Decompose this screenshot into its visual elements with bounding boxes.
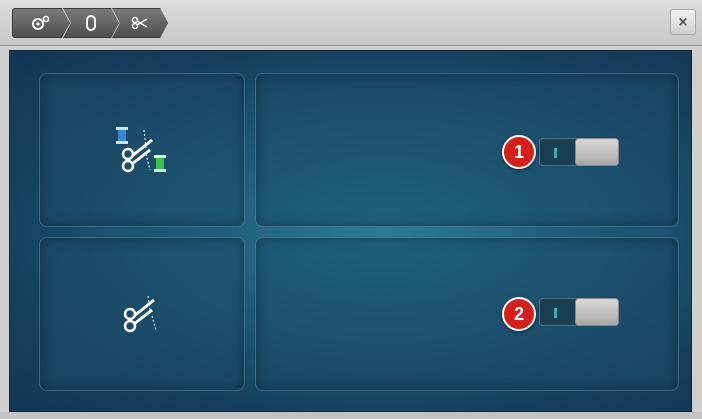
callout-badge-2: 2 — [502, 297, 536, 331]
toggle-switch-2[interactable] — [539, 298, 619, 326]
settings-machine-icon — [32, 15, 50, 30]
breadcrumb-scissors[interactable] — [112, 8, 168, 38]
toggle-knob[interactable] — [575, 138, 619, 166]
breadcrumb-settings[interactable] — [12, 8, 70, 38]
setting-2-icon-cell — [39, 237, 245, 391]
thread-cut-icon — [123, 295, 157, 333]
breadcrumb — [12, 8, 172, 38]
callout-badge-1: 1 — [502, 135, 536, 169]
breadcrumb-presser-foot[interactable] — [63, 8, 119, 38]
thread-cutter-auto-icon — [116, 127, 166, 173]
toggle-switch-1[interactable] — [539, 138, 619, 166]
toggle-on-mark — [554, 148, 557, 158]
top-bar: × — [0, 0, 702, 46]
setting-1-icon-cell — [39, 73, 245, 227]
bottom-border — [0, 412, 702, 419]
toggle-on-mark — [554, 308, 557, 318]
settings-panel: 1 2 — [9, 50, 692, 412]
screen-frame: × 1 2 — [0, 0, 702, 419]
presser-foot-icon — [86, 15, 96, 31]
close-button[interactable]: × — [670, 9, 696, 35]
toggle-knob[interactable] — [575, 298, 619, 326]
scissors-icon — [131, 16, 148, 30]
close-icon: × — [677, 14, 689, 30]
